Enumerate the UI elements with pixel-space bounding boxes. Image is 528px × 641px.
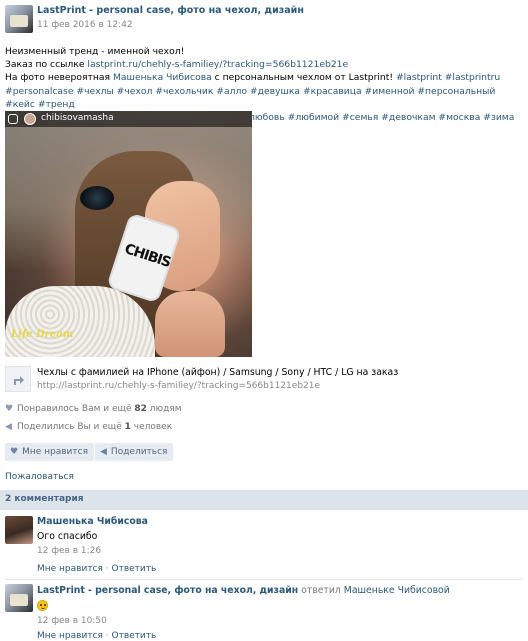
megaphone-icon: ◀ — [100, 447, 107, 457]
attachment-title[interactable]: Чехлы с фамилией на IPhone (айфон) / Sam… — [37, 367, 398, 378]
comment-actions: Мне нравится · Ответить — [37, 631, 156, 641]
repost-icon — [8, 114, 18, 124]
comment-date[interactable]: 12 фев в 10:50 — [37, 616, 107, 626]
post-author-avatar[interactable] — [5, 5, 33, 33]
reply-to-prefix: ответил — [298, 585, 344, 596]
likes-summary[interactable]: ♥ Понравилось Вам и ещё 82 людям — [5, 404, 182, 414]
hashtags-line-1[interactable]: #personalcase #чехлы #чехол #чехольчик #… — [5, 85, 520, 111]
photo-caption-mid: с персональным чехлом от Lastprint! — [211, 72, 396, 84]
shares-prefix: Поделились Вы и ещё — [17, 422, 125, 432]
photo-hand — [155, 291, 225, 357]
share-arrow-icon[interactable] — [5, 366, 31, 392]
smile-emoji-icon — [37, 600, 48, 611]
share-button[interactable]: ◀ Поделиться — [95, 443, 174, 461]
likes-prefix: Понравилось Вам и ещё — [17, 404, 135, 414]
share-button-label: Поделиться — [110, 447, 168, 457]
like-button[interactable]: ♥ Мне нравится — [5, 443, 94, 461]
likes-count: 82 — [134, 404, 147, 414]
hashtags-inline[interactable]: #lastprint #lastprintru — [396, 72, 500, 83]
megaphone-icon: ◀ — [5, 422, 12, 432]
comment-avatar[interactable] — [5, 584, 33, 612]
heart-icon: ♥ — [10, 447, 19, 457]
comment-date[interactable]: 12 фев в 1:26 — [37, 546, 101, 556]
photo-hair-flower — [80, 186, 114, 210]
attachment-url[interactable]: http://lastprint.ru/chehly-s-familiey/?t… — [37, 381, 320, 391]
comment-author[interactable]: Машенька Чибисова — [37, 516, 148, 527]
post-date[interactable]: 11 фев 2016 в 12:42 — [37, 20, 133, 30]
comment-like-link[interactable]: Мне нравится — [37, 631, 103, 641]
comment-actions-separator: · — [102, 564, 112, 574]
comment-divider — [5, 579, 523, 580]
heart-icon: ♥ — [5, 404, 14, 414]
comment-actions: Мне нравится · Ответить — [37, 564, 156, 574]
post-author-name[interactable]: LastPrint - personal case, фото на чехол… — [37, 5, 304, 16]
comment-like-link[interactable]: Мне нравится — [37, 564, 103, 574]
shares-summary[interactable]: ◀ Поделились Вы и ещё 1 человек — [5, 422, 172, 432]
order-link[interactable]: lastprint.ru/chehly-s-familiey/?tracking… — [87, 59, 348, 70]
photo-watermark: Life Dream — [11, 329, 74, 340]
comment-avatar[interactable] — [5, 516, 33, 544]
post-line-1: Неизменный тренд - именной чехол! — [5, 46, 185, 57]
likes-suffix: людям — [146, 404, 182, 414]
post-photo[interactable]: CHIBIS chibisovamasha Life Dream — [5, 111, 252, 357]
post-line-3: На фото невероятная Машенька Чибисова с … — [5, 71, 520, 84]
comment-actions-separator: · — [102, 631, 112, 641]
order-prefix: Заказ по ссылке — [5, 59, 88, 71]
reply-to-link[interactable]: Машеньке Чибисовой — [344, 585, 450, 596]
instagram-repost-bar: chibisovamasha — [5, 111, 252, 127]
instagram-avatar — [24, 113, 36, 125]
mention-link[interactable]: Машенька Чибисова — [113, 72, 212, 83]
comment-author-line: LastPrint - personal case, фото на чехол… — [37, 585, 450, 596]
like-button-label: Мне нравится — [22, 447, 88, 457]
comment-reply-link[interactable]: Ответить — [112, 631, 157, 641]
post-line-2: Заказ по ссылке lastprint.ru/chehly-s-fa… — [5, 58, 520, 71]
phone-case-text: CHIBIS — [122, 241, 173, 271]
shares-suffix: человек — [130, 422, 173, 432]
comments-count: 2 комментария — [5, 494, 84, 504]
instagram-username: chibisovamasha — [41, 113, 114, 123]
photo-caption-prefix: На фото невероятная — [5, 72, 113, 84]
comment-reply-link[interactable]: Ответить — [112, 564, 157, 574]
comments-header[interactable]: 2 комментария — [0, 490, 528, 510]
report-link[interactable]: Пожаловаться — [5, 472, 74, 482]
comment-text: Ого спасибо — [37, 531, 98, 542]
comment-author[interactable]: LastPrint - personal case, фото на чехол… — [37, 585, 298, 596]
